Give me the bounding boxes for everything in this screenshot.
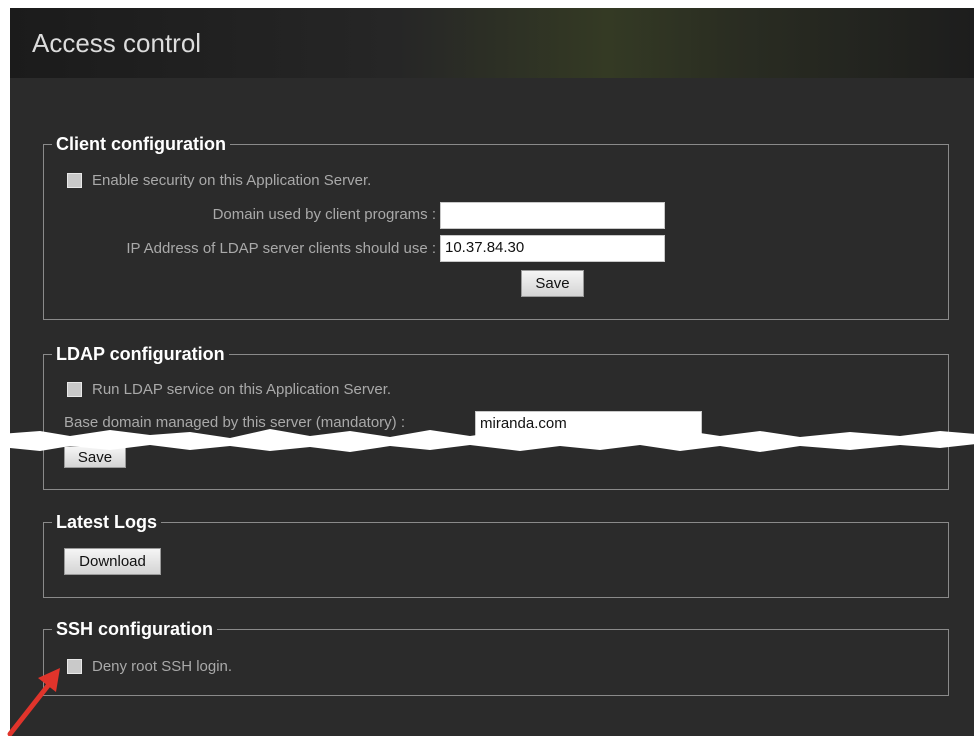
enable-security-label: Enable security on this Application Serv… <box>92 172 372 189</box>
latest-logs-section: Latest Logs <box>43 512 949 598</box>
access-control-panel: Access control Client configuration Enab… <box>10 8 974 736</box>
ip-address-label: IP Address of LDAP server clients should… <box>126 240 436 257</box>
ssh-configuration-legend: SSH configuration <box>56 619 213 639</box>
enable-security-checkbox[interactable] <box>67 173 82 188</box>
torn-paper-break <box>0 429 976 452</box>
run-ldap-row[interactable]: Run LDAP service on this Application Ser… <box>67 381 391 398</box>
ip-address-input[interactable]: 10.37.84.30 <box>440 235 665 262</box>
deny-root-ssh-row[interactable]: Deny root SSH login. <box>67 658 232 675</box>
domain-label: Domain used by client programs : <box>212 206 436 223</box>
client-save-button[interactable]: Save <box>521 270 584 297</box>
page-title: Access control <box>32 28 202 58</box>
domain-input[interactable] <box>440 202 665 229</box>
enable-security-row[interactable]: Enable security on this Application Serv… <box>67 172 371 189</box>
download-logs-button[interactable]: Download <box>64 548 161 575</box>
run-ldap-checkbox[interactable] <box>67 382 82 397</box>
ldap-configuration-legend: LDAP configuration <box>56 344 225 364</box>
latest-logs-legend: Latest Logs <box>56 512 158 532</box>
deny-root-ssh-label: Deny root SSH login. <box>92 658 233 675</box>
annotation-arrow-icon <box>7 668 60 736</box>
client-configuration-legend: Client configuration <box>56 134 226 154</box>
page-header: Access control <box>10 8 974 78</box>
run-ldap-label: Run LDAP service on this Application Ser… <box>92 381 392 398</box>
